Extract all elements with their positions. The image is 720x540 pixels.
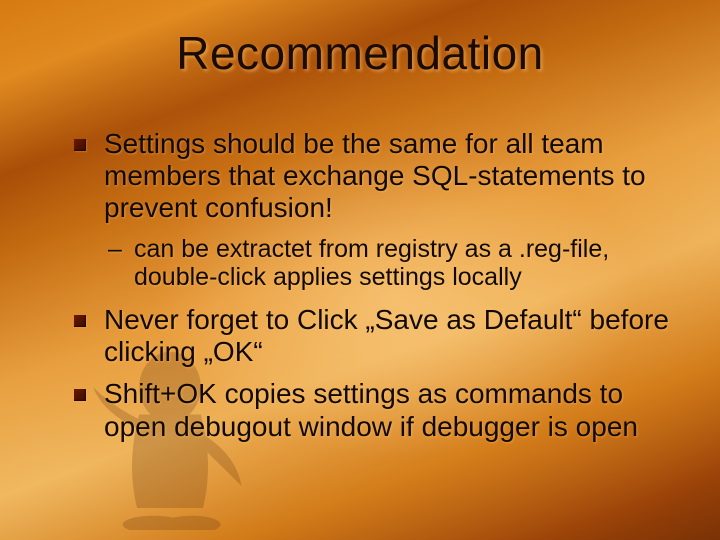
bullet-text: Never forget to Click „Save as Default“ … — [104, 304, 669, 367]
dash-bullet-icon: – — [108, 235, 122, 264]
square-bullet-icon — [74, 139, 86, 151]
bullet-item: Settings should be the same for all team… — [100, 128, 680, 225]
slide-title: Recommendation — [0, 26, 720, 80]
sub-bullet-item: – can be extractet from registry as a .r… — [130, 235, 680, 293]
bullet-text: Shift+OK copies settings as commands to … — [104, 378, 638, 441]
bullet-item: Shift+OK copies settings as commands to … — [100, 378, 680, 442]
square-bullet-icon — [74, 389, 86, 401]
bullet-item: Never forget to Click „Save as Default“ … — [100, 304, 680, 368]
square-bullet-icon — [74, 315, 86, 327]
slide: Recommendation Settings should be the sa… — [0, 0, 720, 540]
slide-body: Settings should be the same for all team… — [100, 128, 680, 453]
sub-bullet-text: can be extractet from registry as a .reg… — [134, 235, 609, 292]
bullet-text: Settings should be the same for all team… — [104, 128, 646, 223]
